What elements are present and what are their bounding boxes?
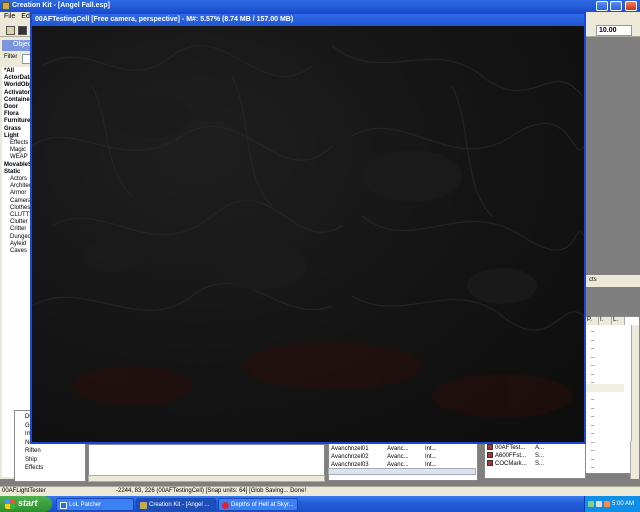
reference-field: A600FFst... <box>495 452 527 459</box>
tree-item[interactable]: Riften <box>25 447 41 455</box>
column-header[interactable]: I. <box>599 317 612 325</box>
cell-field: Avanchnzel02 <box>331 454 369 460</box>
row-marker: – <box>591 346 595 352</box>
cell-row[interactable]: Avanchnzel02 Avanc... Int... <box>331 454 465 460</box>
save-icon[interactable] <box>18 26 27 35</box>
network-icon[interactable] <box>588 501 594 507</box>
taskbar-button-label: LoL Patcher <box>69 502 102 508</box>
row-marker: – <box>591 465 595 471</box>
row-marker: – <box>591 414 595 420</box>
rock-texture <box>32 44 584 418</box>
row-marker: – <box>591 456 595 463</box>
row-marker: – <box>591 397 595 403</box>
tree-item[interactable]: Effects <box>25 464 43 472</box>
status-coordinates: -2244, 83, 226 (00AFTestingCell) [Snap u… <box>116 488 307 494</box>
taskbar-button-label: Depths of Hell at Skyr... <box>231 502 294 508</box>
reference-icon <box>487 444 493 450</box>
zoom-input[interactable]: 10.00 <box>596 25 632 36</box>
taskbar-button-browser[interactable]: Depths of Hell at Skyr... <box>218 498 298 511</box>
row-marker: – <box>591 439 595 446</box>
reference-field: S... <box>535 452 545 459</box>
cell-field: Avanc... <box>387 446 409 452</box>
row-marker: – <box>591 363 595 369</box>
reference-row[interactable]: 00AFTest... A... <box>487 444 555 451</box>
reference-row[interactable]: COCMark... S... <box>487 460 555 467</box>
creation-kit-icon <box>140 502 147 509</box>
taskbar-button-label: Creation Kit - [Angel ... <box>149 502 210 508</box>
cell-field: Int... <box>425 454 437 460</box>
filter-label: Filter <box>4 54 18 60</box>
status-selection: 00AFLightTester <box>2 488 46 494</box>
object-window-title: Object Window <box>2 40 32 51</box>
reference-field: S... <box>535 460 545 467</box>
cell-field: Int... <box>425 446 437 452</box>
windows-logo-icon <box>5 499 15 509</box>
main-window-title: Creation Kit - [Angel Fall.esp] <box>0 0 640 12</box>
close-button[interactable] <box>625 1 637 11</box>
reference-row[interactable]: A600FFst... S... <box>487 452 555 459</box>
menu-file[interactable]: File <box>4 13 15 20</box>
reference-list-scrollbar[interactable] <box>630 441 639 479</box>
cell-list[interactable]: Avanchnzel01 Avanc... Int... Avanchnzel02 Av… <box>328 441 478 481</box>
render-window-title: 00AFTestingCell [Free camera, perspectiv… <box>32 14 584 26</box>
right-list-selected-row[interactable] <box>586 384 624 392</box>
reference-icon <box>487 452 493 458</box>
row-marker: – <box>591 329 595 335</box>
taskbar-button-creation-kit[interactable]: Creation Kit - [Angel ... <box>136 498 216 511</box>
lol-patcher-icon <box>60 502 67 509</box>
tree-item[interactable]: Ship <box>25 456 37 464</box>
row-marker: – <box>591 405 595 412</box>
cell-field: Avanchnzel01 <box>331 446 369 452</box>
row-marker: – <box>591 448 595 454</box>
open-icon[interactable] <box>6 26 15 35</box>
reference-field: 00AFTest... <box>495 444 526 451</box>
reference-list[interactable]: 00AFTest... A... A600FFst... S... COCMark...… <box>484 441 586 479</box>
reference-icon <box>487 460 493 466</box>
maximize-button[interactable] <box>610 1 622 11</box>
cell-field: Avanc... <box>387 454 409 460</box>
row-marker: – <box>591 422 595 429</box>
cell-row[interactable]: Avanchnzel01 Avanc... Int... <box>331 446 465 452</box>
render-viewport[interactable] <box>32 26 584 442</box>
browser-icon <box>222 502 229 509</box>
minimize-button[interactable] <box>596 1 608 11</box>
column-header[interactable]: P. <box>586 317 599 325</box>
clock: 5:00 AM <box>612 501 635 507</box>
reference-field: A... <box>535 444 545 451</box>
row-marker: – <box>591 354 595 361</box>
cell-list-scrollbar[interactable] <box>328 468 476 475</box>
tree-item[interactable]: Caves <box>10 247 27 255</box>
row-marker: – <box>591 337 595 344</box>
app-icon <box>2 2 10 10</box>
column-header[interactable]: L. <box>612 317 625 325</box>
reference-field: COCMark... <box>495 460 527 467</box>
volume-icon[interactable] <box>596 501 602 507</box>
row-marker: – <box>591 371 595 378</box>
taskbar-button-lol-patcher[interactable]: LoL Patcher <box>56 498 134 511</box>
objects-panel-header: cts <box>585 275 640 287</box>
object-list-scrollbar[interactable] <box>88 475 325 482</box>
status-bar <box>0 486 640 496</box>
security-icon[interactable] <box>604 501 610 507</box>
row-marker: – <box>591 431 595 437</box>
